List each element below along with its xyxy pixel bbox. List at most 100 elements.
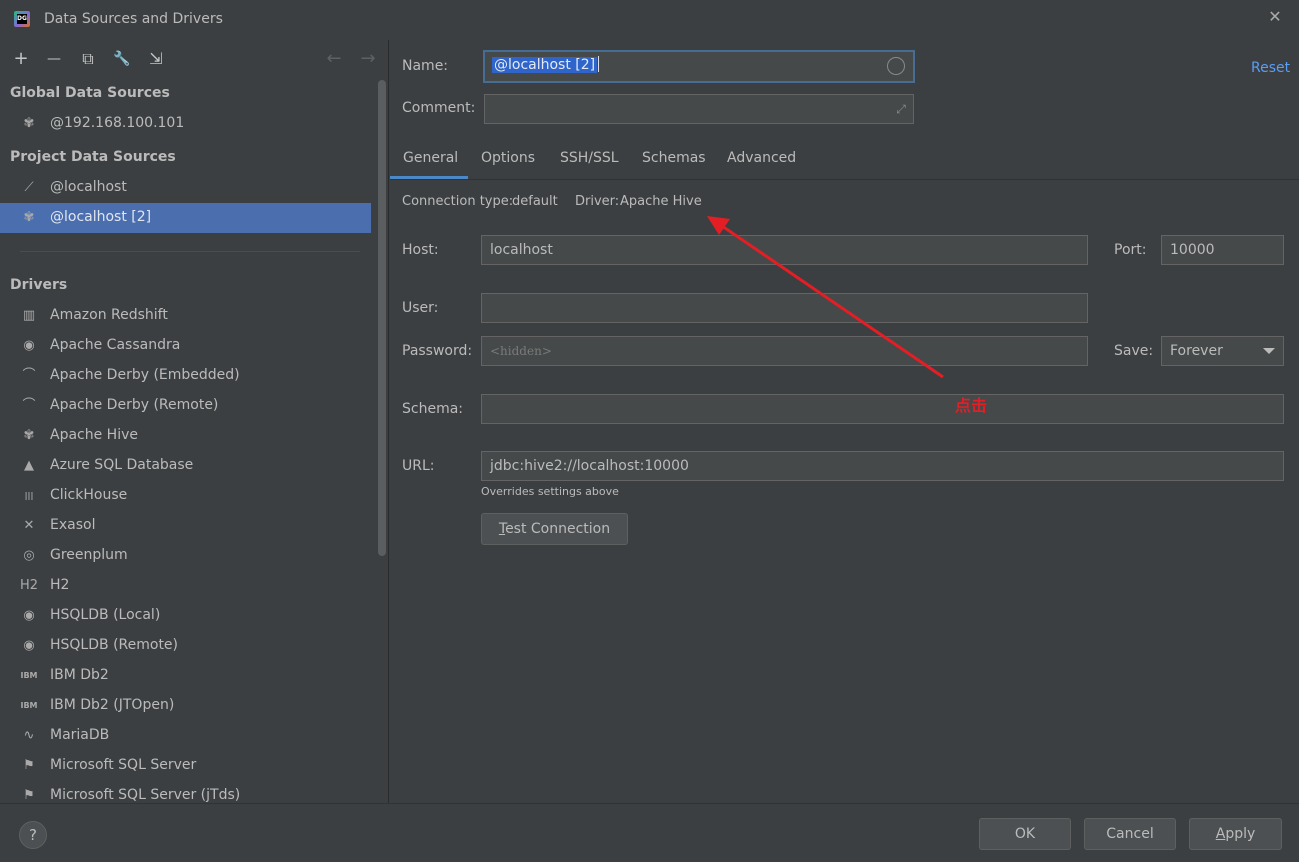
user-input[interactable] — [481, 293, 1088, 323]
driver-item[interactable]: ▥ Amazon Redshift — [0, 301, 371, 331]
hive-icon: ✾ — [23, 210, 35, 225]
back-arrow-icon[interactable]: ← — [323, 48, 345, 70]
ok-button[interactable]: OK — [979, 818, 1071, 850]
driver-icon: ⌒ — [22, 368, 36, 383]
driver-item[interactable]: ∿ MariaDB — [0, 721, 371, 751]
driver-item[interactable]: ⚑ Microsoft SQL Server — [0, 751, 371, 781]
driver-label: ClickHouse — [50, 487, 128, 503]
global-sources-title: Global Data Sources — [10, 85, 170, 101]
connection-type-link[interactable]: default — [512, 194, 558, 209]
driver-icon: IBM — [20, 701, 38, 710]
url-label: URL: — [402, 458, 435, 474]
driver-item[interactable]: IBM IBM Db2 — [0, 661, 371, 691]
apply-button[interactable]: Apply — [1189, 818, 1282, 850]
driver-label: HSQLDB (Local) — [50, 607, 161, 623]
cancel-button[interactable]: Cancel — [1084, 818, 1176, 850]
driver-item[interactable]: ||| ClickHouse — [0, 481, 371, 511]
name-input[interactable]: @localhost [2] — [483, 50, 915, 83]
global-source-item[interactable]: ✾ @192.168.100.101 — [0, 109, 371, 139]
driver-label: HSQLDB (Remote) — [50, 637, 179, 653]
forward-arrow-icon[interactable]: → — [357, 48, 379, 70]
add-icon[interactable]: + — [10, 48, 32, 70]
driver-link[interactable]: Apache Hive — [620, 194, 702, 209]
driver-icon: ◎ — [23, 548, 35, 563]
active-tab-indicator — [390, 176, 468, 179]
source-label: @localhost [2] — [50, 209, 152, 225]
host-input[interactable]: localhost — [481, 235, 1088, 265]
url-input[interactable]: jdbc:hive2://localhost:10000 — [481, 451, 1284, 481]
driver-item[interactable]: ◉ HSQLDB (Remote) — [0, 631, 371, 661]
test-connection-label: Test Connection — [498, 521, 611, 537]
reset-link[interactable]: Reset — [1251, 60, 1290, 76]
save-label: Save: — [1114, 343, 1154, 359]
help-button[interactable]: ? — [19, 821, 47, 849]
driver-icon: ✕ — [23, 518, 35, 533]
scrollbar-thumb[interactable] — [378, 80, 386, 556]
driver-icon: ◉ — [23, 608, 35, 623]
schema-input[interactable] — [481, 394, 1284, 424]
driver-icon: ∿ — [23, 728, 35, 743]
port-label: Port: — [1114, 242, 1147, 258]
window-title: Data Sources and Drivers — [44, 11, 223, 27]
driver-icon: H2 — [20, 578, 39, 593]
driver-icon: ◉ — [23, 638, 35, 653]
driver-label: Greenplum — [50, 547, 128, 563]
tab-ssh-ssl[interactable]: SSH/SSL — [560, 150, 619, 166]
close-icon[interactable]: ✕ — [1263, 5, 1287, 29]
driver-label: Exasol — [50, 517, 96, 533]
driver-icon: ⚑ — [23, 758, 35, 773]
project-source-item-selected[interactable]: ✾ @localhost [2] — [0, 203, 371, 233]
color-circle-icon[interactable] — [887, 57, 905, 75]
url-value: jdbc:hive2://localhost:10000 — [490, 458, 689, 474]
import-icon[interactable]: ⇲ — [145, 48, 167, 70]
name-value: @localhost [2] — [492, 57, 598, 73]
annotation-text: 点击 — [955, 396, 988, 415]
source-label: @192.168.100.101 — [50, 115, 185, 131]
driver-label: Apache Derby (Embedded) — [50, 367, 240, 383]
driver-label: Amazon Redshift — [50, 307, 168, 323]
host-label: Host: — [402, 242, 439, 258]
project-source-item[interactable]: ⟋ @localhost — [0, 173, 371, 203]
comment-input[interactable]: ⤢ — [484, 94, 914, 124]
driver-label: H2 — [50, 577, 70, 593]
scrollbar[interactable] — [376, 80, 388, 600]
driver-label: Azure SQL Database — [50, 457, 194, 473]
driver-item[interactable]: ✕ Exasol — [0, 511, 371, 541]
driver-item[interactable]: ✾ Apache Hive — [0, 421, 371, 451]
save-value: Forever — [1170, 343, 1223, 359]
duplicate-icon[interactable]: ⧉ — [77, 48, 99, 70]
password-input[interactable]: <hidden> — [481, 336, 1088, 366]
driver-item[interactable]: ⚑ Microsoft SQL Server (jTds) — [0, 781, 371, 803]
driver-icon: ◉ — [23, 338, 35, 353]
tab-general[interactable]: General — [403, 150, 458, 166]
tab-schemas[interactable]: Schemas — [642, 150, 706, 166]
tab-options[interactable]: Options — [481, 150, 535, 166]
driver-item[interactable]: ▲ Azure SQL Database — [0, 451, 371, 481]
expand-icon[interactable]: ⤢ — [893, 101, 909, 117]
remove-icon[interactable]: — — [43, 48, 65, 70]
driver-item[interactable]: ◎ Greenplum — [0, 541, 371, 571]
wrench-icon[interactable]: 🔧 — [111, 48, 133, 70]
port-input[interactable]: 10000 — [1161, 235, 1284, 265]
driver-label: Microsoft SQL Server (jTds) — [50, 787, 241, 803]
driver-icon: ⚑ — [23, 788, 35, 803]
driver-item[interactable]: H2 H2 — [0, 571, 371, 601]
test-connection-button[interactable]: Test Connection — [481, 513, 628, 545]
project-sources-title: Project Data Sources — [10, 149, 176, 165]
driver-label: MariaDB — [50, 727, 110, 743]
save-dropdown[interactable]: Forever — [1161, 336, 1284, 366]
driver-item[interactable]: ⌒ Apache Derby (Embedded) — [0, 361, 371, 391]
driver-item[interactable]: ⌒ Apache Derby (Remote) — [0, 391, 371, 421]
connection-type-label: Connection type: — [402, 194, 514, 209]
password-placeholder: <hidden> — [490, 344, 552, 358]
driver-icon: ▲ — [24, 458, 34, 473]
driver-item[interactable]: IBM IBM Db2 (JTOpen) — [0, 691, 371, 721]
source-label: @localhost — [50, 179, 127, 195]
driver-label: IBM Db2 — [50, 667, 109, 683]
host-value: localhost — [490, 242, 553, 258]
driver-item[interactable]: ◉ Apache Cassandra — [0, 331, 371, 361]
driver-label: Microsoft SQL Server — [50, 757, 197, 773]
tab-advanced[interactable]: Advanced — [727, 150, 796, 166]
driver-icon: ▥ — [22, 308, 36, 323]
driver-item[interactable]: ◉ HSQLDB (Local) — [0, 601, 371, 631]
